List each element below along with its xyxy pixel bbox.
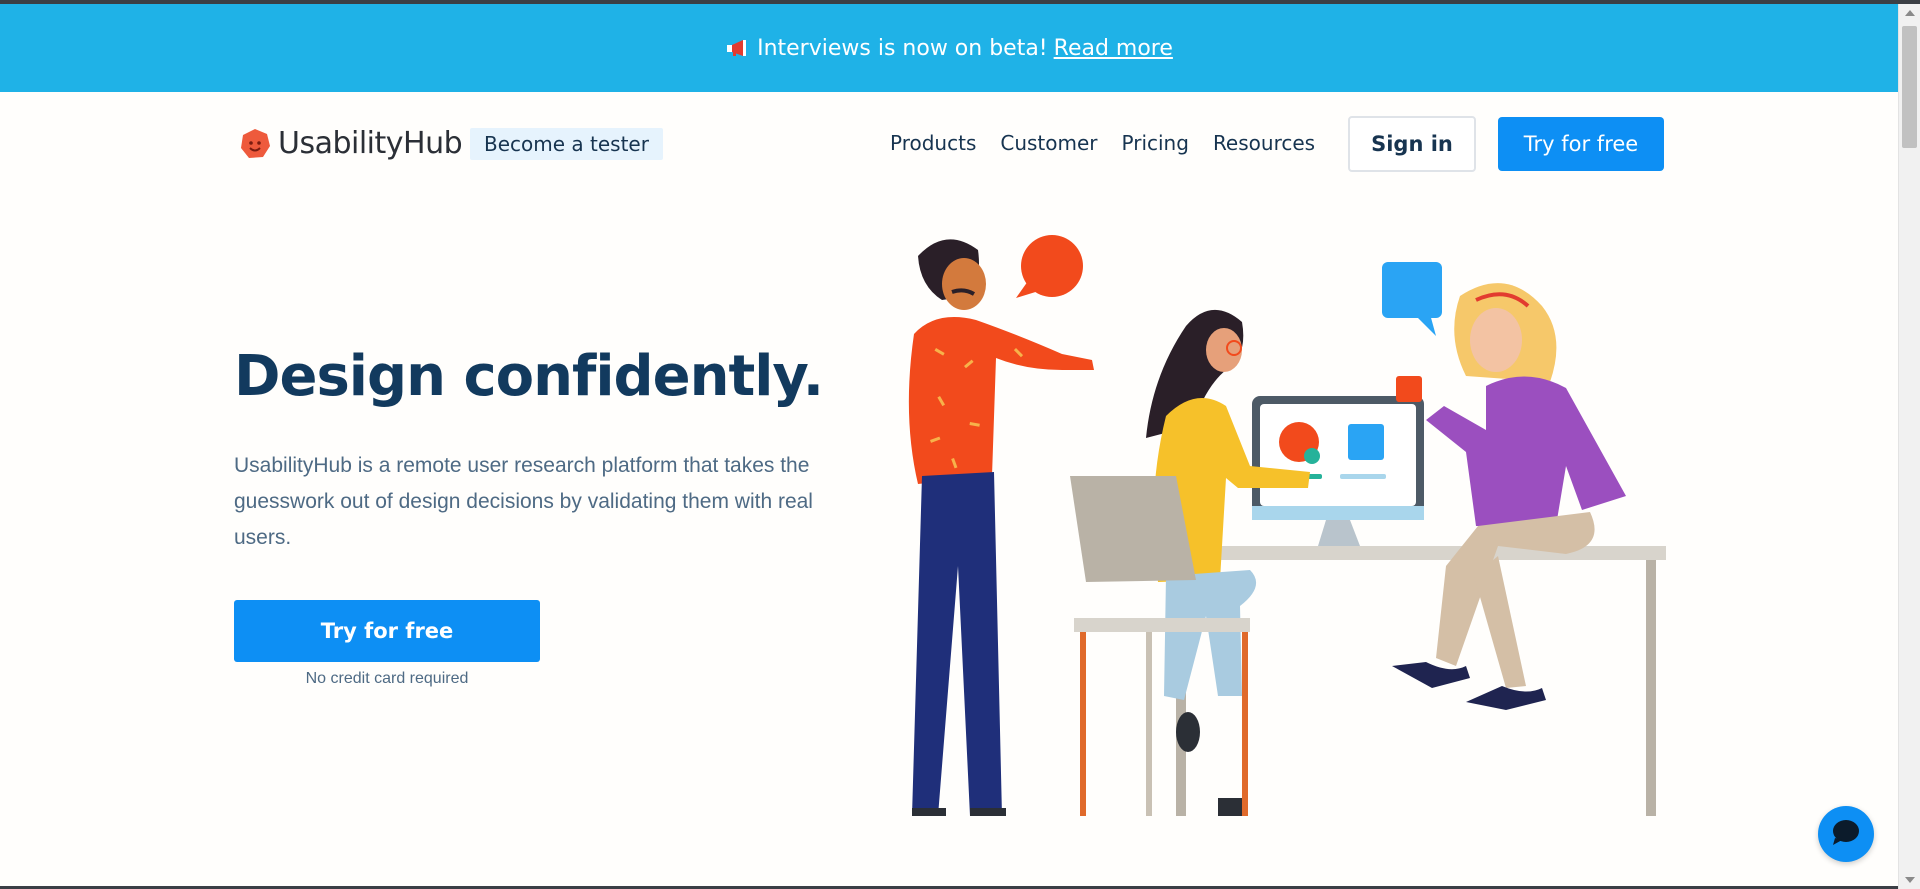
megaphone-icon — [725, 38, 749, 58]
hero-try-free-button[interactable]: Try for free — [234, 600, 540, 662]
become-tester-link[interactable]: Become a tester — [470, 128, 663, 160]
read-more-link[interactable]: Read more — [1054, 36, 1173, 61]
banner-text: Interviews is now on beta! — [757, 35, 1048, 61]
brand-name: UsabilityHub — [278, 126, 463, 161]
blue-speech-bubble-icon — [1382, 262, 1442, 336]
nav-link-products[interactable]: Products — [890, 131, 976, 155]
scroll-down-arrow-icon[interactable] — [1905, 877, 1915, 883]
hero-illustration — [866, 226, 1666, 816]
woman-with-cup-figure — [1392, 283, 1626, 710]
nav-link-customer[interactable]: Customer — [1000, 131, 1097, 155]
nav-links: Products Customer Pricing Resources — [890, 131, 1315, 155]
orange-speech-bubble-icon — [1016, 235, 1083, 298]
nav-try-free-button[interactable]: Try for free — [1498, 117, 1664, 171]
announcement-banner: Interviews is now on beta! Read more — [0, 4, 1898, 92]
nav-link-resources[interactable]: Resources — [1213, 131, 1315, 155]
hero-description: UsabilityHub is a remote user research p… — [234, 454, 813, 549]
nav-link-pricing[interactable]: Pricing — [1122, 131, 1189, 155]
no-credit-card-note: No credit card required — [305, 670, 469, 687]
usabilityhub-logo-icon — [238, 127, 272, 161]
scrollbar-thumb[interactable] — [1902, 26, 1917, 148]
brand-logo[interactable]: UsabilityHub — [238, 126, 463, 161]
sign-in-button[interactable]: Sign in — [1348, 116, 1476, 172]
hero-title: Design confidently. — [234, 344, 824, 409]
scroll-up-arrow-icon[interactable] — [1905, 10, 1915, 16]
standing-man-figure — [908, 239, 1094, 816]
chat-widget-button[interactable] — [1818, 806, 1874, 862]
main-navigation: UsabilityHub Become a tester Products Cu… — [234, 114, 1666, 174]
page-scrollbar[interactable] — [1898, 4, 1920, 889]
chat-bubble-icon — [1831, 818, 1861, 851]
